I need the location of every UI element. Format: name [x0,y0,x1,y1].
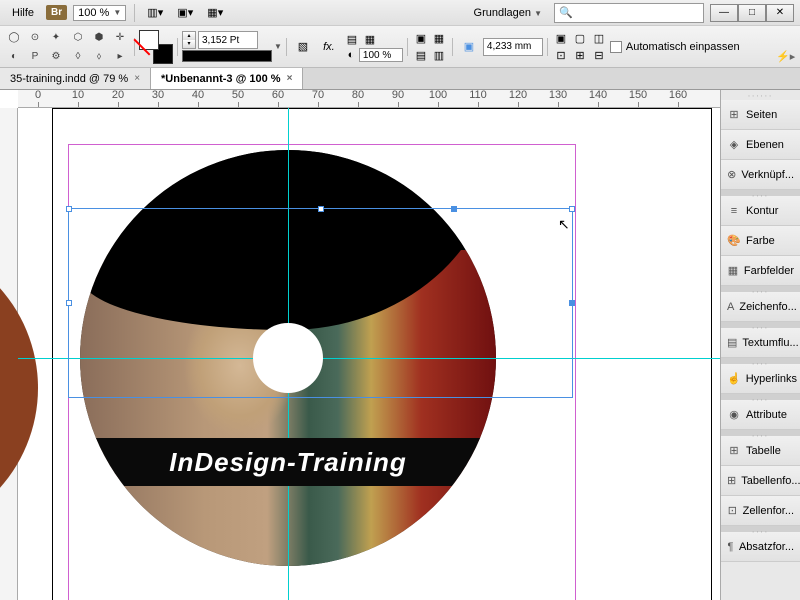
menubar: Hilfe Br 100 %▼ ▥▾ ▣▾ ▦▾ Grundlagen ▼ 🔍 … [0,0,800,26]
cd-center-hole [253,323,323,393]
close-button[interactable]: ✕ [766,4,794,22]
panel-icon: ⊗ [727,168,736,182]
panel-label: Absatzfor... [739,541,794,553]
panel-label: Tabellenfo... [741,475,800,487]
panel-hyperlinks[interactable]: ☝ Hyperlinks [721,364,800,394]
panel-farbfelder[interactable]: ▦ Farbfelder [721,256,800,286]
arrange-icon[interactable]: ▦▾ [203,3,227,23]
canvas[interactable]: InDesign-Training ↖ [18,108,720,600]
zoom-combo[interactable]: 100 % ▼ [73,5,126,21]
panel-label: Zeichenfo... [739,301,796,313]
opacity-input[interactable]: 100 % [359,48,403,62]
stroke-stepper[interactable]: ▴▾ [182,31,196,49]
view-options-icon[interactable]: ▥▾ [143,3,167,23]
autofit-checkbox[interactable]: Automatisch einpassen [610,41,740,53]
panel-icon: ⊞ [727,474,736,488]
panel-label: Zellenfor... [743,505,794,517]
zoom-value: 100 % [78,7,109,19]
panel-icon: 🎨 [727,234,741,248]
panel-icon: ◉ [727,408,741,422]
panel-icon: ⊡ [727,504,738,518]
dimension-input[interactable]: 4,233 mm [483,38,543,56]
stroke-style[interactable] [182,50,272,62]
cd-title-text: InDesign-Training [169,447,407,478]
panel-attribute[interactable]: ◉ Attribute [721,400,800,430]
title-banner: InDesign-Training [80,438,496,486]
workspace: 0102030405060708090100110120130140150160… [0,90,720,600]
search-icon: 🔍 [559,6,573,19]
panel-ebenen[interactable]: ◈ Ebenen [721,130,800,160]
cursor-icon: ↖ [558,216,570,233]
panel-absatzfor...[interactable]: ¶ Absatzfor... [721,532,800,562]
dropdown-icon: ▼ [113,8,121,17]
control-toolbar: ◯⊙✦ ◐P⚙ ⬡⬢✛ ◊⬨▸ ▴▾ 3,152 Pt ▼ ▧ fx. ▤▦ ◐… [0,26,800,68]
close-icon[interactable]: × [287,73,293,84]
flyout-icon[interactable]: ⚡▸ [776,50,796,70]
menu-help[interactable]: Hilfe [6,4,40,22]
ruler-horizontal[interactable]: 0102030405060708090100110120130140150160 [18,90,720,108]
panel-tabelle[interactable]: ⊞ Tabelle [721,436,800,466]
checkbox-icon [610,41,622,53]
screen-mode-icon[interactable]: ▣▾ [173,3,197,23]
doc-tab-1[interactable]: 35-training.indd @ 79 %× [0,68,151,89]
panel-label: Ebenen [746,139,784,151]
panel-dock: ∙∙∙∙∙∙ ⊞Seiten◈Ebenen⊗Verknüpf...∙∙∙∙≡Ko… [720,90,800,600]
panel-icon: ≡ [727,204,741,218]
drop-shadow-icon[interactable]: ▤ [343,31,361,47]
corner-tools[interactable]: ⬡⬢✛ ◊⬨▸ [68,28,130,65]
panel-zellenfor...[interactable]: ⊡ Zellenfor... [721,496,800,526]
panel-icon: ◈ [727,138,741,152]
panel-label: Farbfelder [744,265,794,277]
panel-icon: A [727,300,734,314]
panel-textumflu...[interactable]: ▤ Textumflu... [721,328,800,358]
window-controls: ― □ ✕ [710,4,794,22]
panel-icon: ⊞ [727,444,741,458]
fit-frame-icon[interactable]: ▣ [457,37,481,57]
panel-icon: ¶ [727,540,734,554]
panel-label: Hyperlinks [746,373,797,385]
panel-grip[interactable]: ∙∙∙∙∙∙ [721,90,800,100]
panel-label: Textumflu... [742,337,798,349]
minimize-button[interactable]: ― [710,4,738,22]
stroke-weight-input[interactable]: 3,152 Pt [198,31,258,49]
doc-tab-2[interactable]: *Unbenannt-3 @ 100 %× [151,68,303,89]
panel-icon: ▤ [727,336,737,350]
search-input[interactable]: 🔍 [554,3,704,23]
close-icon[interactable]: × [134,73,140,84]
bridge-badge[interactable]: Br [46,5,67,20]
fitting-group[interactable]: ▣▢◫ ⊡⊞⊟ [552,30,608,63]
panel-label: Verknüpf... [741,169,794,181]
effects-icon[interactable]: ▧ [291,37,315,57]
panel-icon: ☝ [727,372,741,386]
panel-kontur[interactable]: ≡ Kontur [721,196,800,226]
document-tabs: 35-training.indd @ 79 %× *Unbenannt-3 @ … [0,68,800,90]
panel-label: Attribute [746,409,787,421]
panel-zeichenfo...[interactable]: A Zeichenfo... [721,292,800,322]
panel-icon: ▦ [727,264,739,278]
panel-farbe[interactable]: 🎨 Farbe [721,226,800,256]
panel-label: Kontur [746,205,778,217]
separator [134,4,135,22]
panel-verknüpf...[interactable]: ⊗ Verknüpf... [721,160,800,190]
panel-label: Seiten [746,109,777,121]
panel-label: Tabelle [746,445,781,457]
fill-stroke-swatch[interactable] [139,30,173,64]
text-wrap-group[interactable]: ▣▦ ▤▥ [412,30,448,63]
panel-icon: ⊞ [727,108,741,122]
panel-seiten[interactable]: ⊞ Seiten [721,100,800,130]
maximize-button[interactable]: □ [738,4,766,22]
transform-tools[interactable]: ◯⊙✦ ◐P⚙ [4,28,66,65]
fx-icon[interactable]: fx. [317,37,341,57]
panel-tabellenfo...[interactable]: ⊞ Tabellenfo... [721,466,800,496]
panel-label: Farbe [746,235,775,247]
workspace-switcher[interactable]: Grundlagen ▼ [468,4,548,22]
